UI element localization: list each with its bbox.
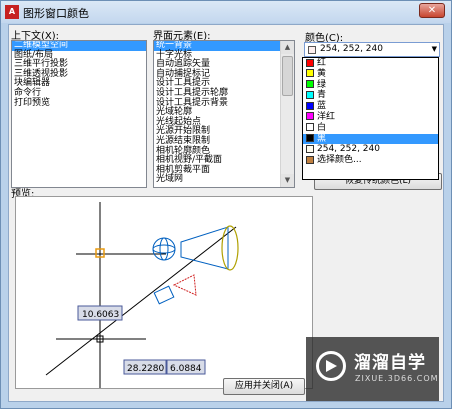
light-sphere-icon	[152, 237, 176, 261]
interface-scrollbar[interactable]: ▲ ▼	[280, 41, 294, 187]
color-swatch-icon	[306, 101, 314, 110]
color-option[interactable]: 白	[303, 123, 438, 134]
interface-element-item[interactable]: 光域网	[154, 175, 294, 185]
color-swatch-icon	[306, 134, 314, 143]
apply-and-close-button[interactable]: 应用并关闭(A)	[223, 378, 305, 395]
title-bar[interactable]: A 图形窗口颜色 ✕	[1, 1, 451, 23]
context-list[interactable]: 二维模型空间 图纸/布局 三维平行投影 三维透视投影 块编辑器 命令行 打印预览	[11, 40, 147, 188]
interface-elements-list[interactable]: 统一背景 十字光标 自动追踪矢量 自动捕捉标记 设计工具提示 设计工具提示轮廓 设计工具提示…	[153, 40, 295, 188]
color-option[interactable]: 洋红	[303, 112, 438, 123]
color-swatch-icon	[306, 69, 314, 78]
dimension-1: 10.6063	[77, 305, 123, 321]
window-title: 图形窗口颜色	[23, 7, 89, 20]
scroll-down-icon[interactable]: ▼	[281, 174, 294, 187]
color-swatch-icon	[306, 155, 314, 164]
play-logo-icon	[316, 351, 346, 381]
color-swatch-icon	[306, 80, 314, 89]
color-option[interactable]: 黑	[303, 133, 438, 145]
color-combo-value: 254, 252, 240	[320, 44, 383, 54]
svg-text:28.2280: 28.2280	[127, 364, 164, 374]
color-combo[interactable]: 254, 252, 240 ▼	[304, 42, 440, 57]
color-dropdown-list[interactable]: 红黄绿青蓝洋红白黑 254, 252, 240 选择颜色...	[302, 57, 439, 180]
color-option[interactable]: 蓝	[303, 101, 438, 112]
color-option-label: 选择颜色...	[317, 155, 362, 166]
color-option[interactable]: 254, 252, 240	[303, 144, 438, 155]
color-option[interactable]: 青	[303, 90, 438, 101]
color-option[interactable]: 绿	[303, 80, 438, 91]
color-option-label: 黑	[317, 133, 327, 144]
preview-canvas: 10.6063 28.2280 6.0884	[15, 196, 313, 389]
color-option-label: 白	[317, 122, 327, 133]
svg-text:10.6063: 10.6063	[82, 310, 119, 320]
color-option-label: 洋红	[317, 111, 336, 122]
dimension-2: 28.2280	[123, 359, 167, 375]
color-swatch-icon	[306, 144, 314, 153]
dialog-window: A 图形窗口颜色 ✕ 上下文(X): 二维模型空间 图纸/布局 三维平行投影 三维透视…	[0, 0, 452, 409]
color-option-label: 黄	[317, 68, 327, 79]
color-option-label: 红	[317, 58, 327, 68]
context-item[interactable]: 打印预览	[12, 98, 146, 109]
watermark-subtext: ZIXUE.3D66.COM	[355, 374, 439, 383]
color-swatch-icon	[306, 90, 314, 99]
spotlight-icon	[180, 226, 229, 270]
watermark-text: 溜溜自学	[354, 353, 426, 373]
close-button[interactable]: ✕	[419, 3, 445, 18]
preview-drawing: 10.6063 28.2280 6.0884	[45, 202, 239, 388]
current-color-swatch	[308, 46, 316, 54]
scroll-thumb[interactable]	[282, 56, 293, 96]
app-icon: A	[5, 5, 19, 19]
color-option-label: 绿	[317, 79, 327, 90]
color-option-label: 254, 252, 240	[317, 144, 380, 155]
chevron-down-icon[interactable]: ▼	[432, 45, 437, 53]
color-swatch-icon	[306, 112, 314, 121]
color-option[interactable]: 红	[303, 58, 438, 69]
svg-text:6.0884: 6.0884	[170, 364, 202, 374]
color-option-label: 青	[317, 90, 327, 101]
color-swatch-icon	[306, 58, 314, 67]
dimension-3: 6.0884	[166, 359, 206, 375]
color-swatch-icon	[306, 123, 314, 132]
color-option[interactable]: 黄	[303, 69, 438, 80]
scroll-up-icon[interactable]: ▲	[281, 41, 294, 54]
color-option-label: 蓝	[317, 101, 327, 112]
watermark: 溜溜自学 ZIXUE.3D66.COM	[306, 337, 439, 401]
color-option[interactable]: 选择颜色...	[303, 155, 438, 166]
camera-frustum-icon	[172, 274, 197, 296]
